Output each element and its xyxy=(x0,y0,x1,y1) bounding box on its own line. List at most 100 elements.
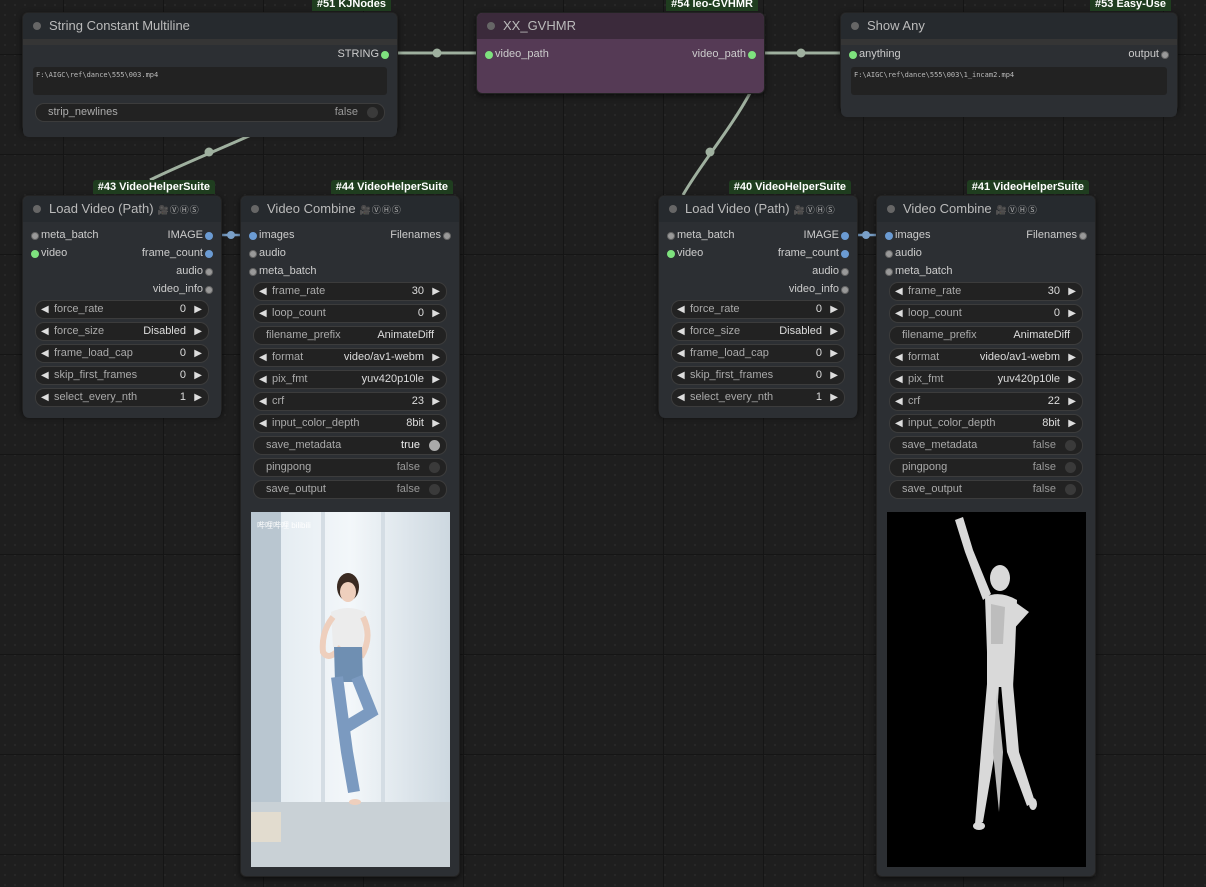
toggle-save-output[interactable]: save_output false xyxy=(253,480,447,499)
node-title[interactable]: Video Combine 🎥ⓋⒽⓈ xyxy=(877,196,1095,222)
slot-dot-icon[interactable] xyxy=(485,51,493,59)
widget-frame-load-cap[interactable]: ◀ frame_load_cap 0 ▶ xyxy=(35,344,209,363)
slot-dot-icon[interactable] xyxy=(381,51,389,59)
decrement-arrow-icon[interactable]: ◀ xyxy=(259,371,267,388)
increment-arrow-icon[interactable]: ▶ xyxy=(830,301,838,318)
collapse-dot-icon[interactable] xyxy=(33,205,41,213)
widget-loop-count[interactable]: ◀ loop_count 0 ▶ xyxy=(253,304,447,323)
input-slot-meta-batch[interactable]: meta_batch xyxy=(885,265,952,277)
slot-dot-icon[interactable] xyxy=(841,268,849,276)
widget-pix-fmt[interactable]: ◀ pix_fmt yuv420p10le ▶ xyxy=(889,370,1083,389)
widget-crf[interactable]: ◀ crf 23 ▶ xyxy=(253,392,447,411)
node-title[interactable]: String Constant Multiline xyxy=(23,13,397,39)
collapse-dot-icon[interactable] xyxy=(669,205,677,213)
widget-force-size[interactable]: ◀ force_size Disabled ▶ xyxy=(35,322,209,341)
collapse-dot-icon[interactable] xyxy=(33,22,41,30)
collapse-dot-icon[interactable] xyxy=(887,205,895,213)
increment-arrow-icon[interactable]: ▶ xyxy=(1068,305,1076,322)
increment-arrow-icon[interactable]: ▶ xyxy=(1068,283,1076,300)
widget-format[interactable]: ◀ format video/av1-webm ▶ xyxy=(889,348,1083,367)
increment-arrow-icon[interactable]: ▶ xyxy=(432,371,440,388)
input-slot-meta-batch[interactable]: meta_batch xyxy=(667,229,734,241)
increment-arrow-icon[interactable]: ▶ xyxy=(1068,415,1076,432)
slot-dot-icon[interactable] xyxy=(443,232,451,240)
output-slot-output[interactable]: output xyxy=(1128,48,1169,60)
widget-filename-prefix[interactable]: filename_prefix AnimateDiff xyxy=(889,326,1083,345)
output-slot-filenames[interactable]: Filenames xyxy=(1026,229,1087,241)
slot-dot-icon[interactable] xyxy=(31,250,39,258)
toggle-pingpong[interactable]: pingpong false xyxy=(889,458,1083,477)
increment-arrow-icon[interactable]: ▶ xyxy=(432,349,440,366)
increment-arrow-icon[interactable]: ▶ xyxy=(194,323,202,340)
decrement-arrow-icon[interactable]: ◀ xyxy=(259,349,267,366)
widget-select-every-nth[interactable]: ◀ select_every_nth 1 ▶ xyxy=(35,388,209,407)
decrement-arrow-icon[interactable]: ◀ xyxy=(677,345,685,362)
widget-skip-first-frames[interactable]: ◀ skip_first_frames 0 ▶ xyxy=(35,366,209,385)
slot-dot-icon[interactable] xyxy=(205,250,213,258)
increment-arrow-icon[interactable]: ▶ xyxy=(194,367,202,384)
widget-force-rate[interactable]: ◀ force_rate 0 ▶ xyxy=(671,300,845,319)
decrement-arrow-icon[interactable]: ◀ xyxy=(259,283,267,300)
widget-frame-load-cap[interactable]: ◀ frame_load_cap 0 ▶ xyxy=(671,344,845,363)
output-slot-audio[interactable]: audio xyxy=(176,265,213,277)
toggle-pingpong[interactable]: pingpong false xyxy=(253,458,447,477)
widget-select-every-nth[interactable]: ◀ select_every_nth 1 ▶ xyxy=(671,388,845,407)
slot-dot-icon[interactable] xyxy=(885,268,893,276)
collapse-dot-icon[interactable] xyxy=(487,22,495,30)
decrement-arrow-icon[interactable]: ◀ xyxy=(677,367,685,384)
video-preview-dancer[interactable]: 哔哩哔哩 bilibili xyxy=(251,512,450,867)
slot-dot-icon[interactable] xyxy=(249,268,257,276)
toggle-save-metadata[interactable]: save_metadata true xyxy=(253,436,447,455)
node-string-constant[interactable]: #51 KJNodes String Constant Multiline ST… xyxy=(22,0,398,137)
slot-dot-icon[interactable] xyxy=(748,51,756,59)
output-slot-image[interactable]: IMAGE xyxy=(168,229,213,241)
video-preview-mannequin[interactable] xyxy=(887,512,1086,867)
slot-dot-icon[interactable] xyxy=(205,286,213,294)
collapse-dot-icon[interactable] xyxy=(251,205,259,213)
widget-format[interactable]: ◀ format video/av1-webm ▶ xyxy=(253,348,447,367)
node-load-video-43[interactable]: #43 VideoHelperSuite Load Video (Path) 🎥Ⓥ… xyxy=(22,180,222,418)
input-slot-video-path[interactable]: video_path xyxy=(485,48,549,60)
increment-arrow-icon[interactable]: ▶ xyxy=(432,393,440,410)
node-show-any[interactable]: #53 Easy-Use Show Any anything output F:… xyxy=(840,0,1178,117)
output-slot-video-path[interactable]: video_path xyxy=(692,48,756,60)
increment-arrow-icon[interactable]: ▶ xyxy=(1068,393,1076,410)
slot-dot-icon[interactable] xyxy=(667,250,675,258)
decrement-arrow-icon[interactable]: ◀ xyxy=(259,305,267,322)
output-slot-filenames[interactable]: Filenames xyxy=(390,229,451,241)
increment-arrow-icon[interactable]: ▶ xyxy=(432,283,440,300)
widget-force-size[interactable]: ◀ force_size Disabled ▶ xyxy=(671,322,845,341)
collapse-dot-icon[interactable] xyxy=(851,22,859,30)
slot-dot-icon[interactable] xyxy=(1161,51,1169,59)
decrement-arrow-icon[interactable]: ◀ xyxy=(41,323,49,340)
input-slot-meta-batch[interactable]: meta_batch xyxy=(31,229,98,241)
node-video-combine-41[interactable]: #41 VideoHelperSuite Video Combine 🎥ⓋⒽⓈ i… xyxy=(876,180,1096,877)
slot-dot-icon[interactable] xyxy=(205,268,213,276)
increment-arrow-icon[interactable]: ▶ xyxy=(1068,371,1076,388)
widget-force-rate[interactable]: ◀ force_rate 0 ▶ xyxy=(35,300,209,319)
input-slot-audio[interactable]: audio xyxy=(885,247,922,259)
output-slot-string[interactable]: STRING xyxy=(337,48,389,60)
slot-dot-icon[interactable] xyxy=(31,232,39,240)
widget-pix-fmt[interactable]: ◀ pix_fmt yuv420p10le ▶ xyxy=(253,370,447,389)
decrement-arrow-icon[interactable]: ◀ xyxy=(895,415,903,432)
output-slot-frame-count[interactable]: frame_count xyxy=(778,247,849,259)
decrement-arrow-icon[interactable]: ◀ xyxy=(41,345,49,362)
decrement-arrow-icon[interactable]: ◀ xyxy=(677,301,685,318)
input-slot-images[interactable]: images xyxy=(249,229,294,241)
slot-dot-icon[interactable] xyxy=(249,232,257,240)
widget-skip-first-frames[interactable]: ◀ skip_first_frames 0 ▶ xyxy=(671,366,845,385)
decrement-arrow-icon[interactable]: ◀ xyxy=(895,349,903,366)
widget-crf[interactable]: ◀ crf 22 ▶ xyxy=(889,392,1083,411)
input-slot-video[interactable]: video xyxy=(667,247,703,259)
output-slot-audio[interactable]: audio xyxy=(812,265,849,277)
text-area[interactable]: F:\AIGC\ref\dance\555\003.mp4 xyxy=(33,67,387,95)
increment-arrow-icon[interactable]: ▶ xyxy=(432,305,440,322)
text-display[interactable]: F:\AIGC\ref\dance\555\003\1_incam2.mp4 xyxy=(851,67,1167,95)
widget-frame-rate[interactable]: ◀ frame_rate 30 ▶ xyxy=(889,282,1083,301)
decrement-arrow-icon[interactable]: ◀ xyxy=(677,323,685,340)
decrement-arrow-icon[interactable]: ◀ xyxy=(895,393,903,410)
widget-input-color-depth[interactable]: ◀ input_color_depth 8bit ▶ xyxy=(889,414,1083,433)
output-slot-video-info[interactable]: video_info xyxy=(789,283,849,295)
output-slot-frame-count[interactable]: frame_count xyxy=(142,247,213,259)
